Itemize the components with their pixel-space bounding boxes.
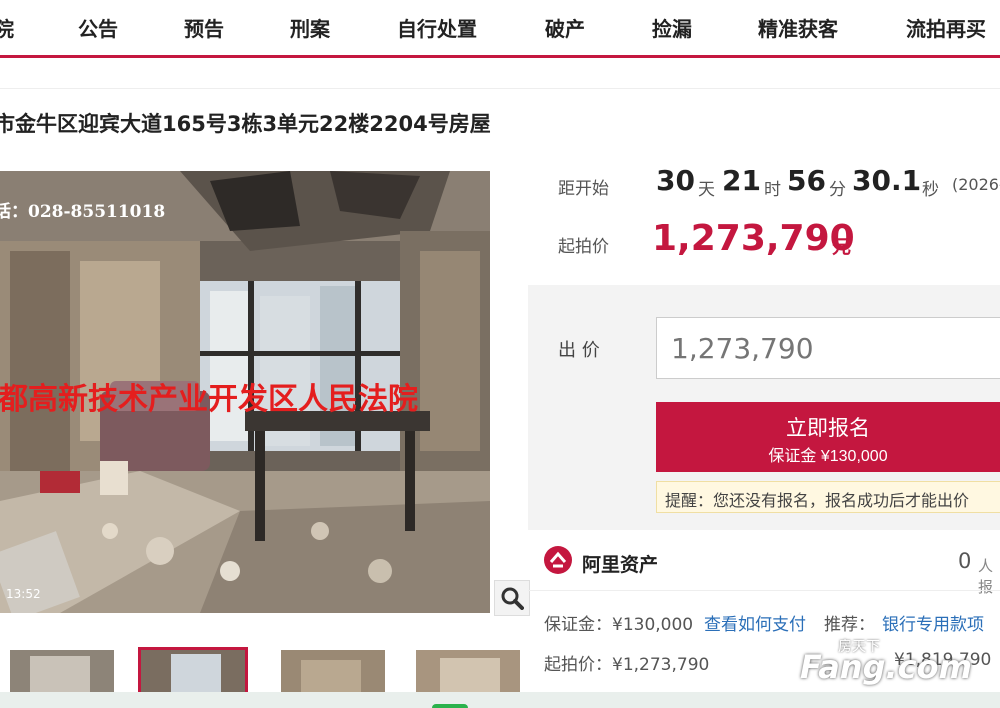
nav-item-bargain[interactable]: 捡漏 [652, 13, 692, 42]
countdown-date: (2026- [952, 175, 1000, 194]
signup-count: 0 [958, 549, 972, 573]
photo-timestamp: 13:52 [6, 587, 41, 601]
thumbnail-1[interactable] [10, 650, 114, 698]
countdown-days-unit: 天 [698, 180, 715, 200]
recommend-label: 推荐： [824, 615, 875, 635]
top-nav: 院 公告 预告 刑案 自行处置 破产 捡漏 精准获客 流拍再买 [0, 0, 1000, 58]
start-price-value: 1,273,790 [652, 218, 855, 259]
bottom-bar [0, 692, 1000, 708]
nav-item-bankruptcy[interactable]: 破产 [545, 13, 585, 42]
nav-item-preview[interactable]: 预告 [184, 13, 224, 42]
signup-button-label: 立即报名 [786, 417, 870, 440]
zoom-button[interactable] [494, 580, 530, 616]
magnifier-icon [501, 587, 524, 610]
start-price-unit: 元 [832, 236, 852, 258]
ali-assets-logo [544, 546, 572, 574]
nav-spacer [0, 61, 1000, 89]
thumbnail-image [30, 656, 90, 696]
signup-reminder: 提醒：您还没有报名，报名成功后才能出价 [656, 481, 1000, 513]
countdown-minutes: 56 [787, 164, 826, 197]
thumbnail-2[interactable] [138, 647, 248, 701]
countdown-hours-unit: 时 [764, 180, 781, 200]
fang-watermark: 房天下 Fang.com [800, 639, 990, 688]
nav-item-court[interactable]: 院 [0, 13, 14, 42]
how-to-pay-link[interactable]: 查看如何支付 [704, 610, 806, 635]
nav-item-self-disposal[interactable]: 自行处置 [397, 13, 477, 42]
start-price-info: 起拍价：¥1,273,790 [544, 655, 710, 675]
ali-assets-name: 阿里资产 [582, 554, 659, 576]
nav-item-announcement[interactable]: 公告 [78, 13, 118, 42]
countdown-hours: 21 [722, 164, 761, 197]
start-price-label: 起拍价 [558, 237, 609, 257]
recommend-link[interactable]: 银行专用款项 [882, 610, 984, 635]
signup-button[interactable]: 立即报名 保证金 ¥130,000 [656, 402, 1000, 472]
nav-item-criminal[interactable]: 刑案 [290, 13, 330, 42]
photo-overlay-phone: 话：028-85511018 [0, 202, 166, 222]
ali-logo-icon [549, 551, 567, 568]
photo-overlay-court: 都高新技术产业开发区人民法院 [0, 382, 418, 417]
nav-item-precise-leads[interactable]: 精准获客 [758, 13, 838, 42]
countdown-label: 距开始 [558, 179, 609, 199]
thumbnail-3[interactable] [281, 650, 385, 698]
bid-label: 出 价 [558, 340, 600, 361]
signup-deposit-label: 保证金 ¥130,000 [768, 448, 888, 465]
bid-input[interactable] [656, 317, 1000, 379]
auction-page: 院 公告 预告 刑案 自行处置 破产 捡漏 精准获客 流拍再买 市金牛区迎宾大道… [0, 0, 1000, 708]
main-photo[interactable]: 话：028-85511018 都高新技术产业开发区人民法院 13:52 [0, 171, 490, 613]
divider [528, 590, 1000, 591]
countdown-days: 30 [656, 164, 695, 197]
countdown-seconds: 30.1 [852, 164, 922, 197]
bottom-indicator [432, 704, 468, 708]
countdown-minutes-unit: 分 [829, 180, 846, 200]
countdown-seconds-unit: 秒 [922, 180, 939, 200]
watermark-main-text: Fang.com [800, 648, 972, 686]
deposit-info: 保证金：¥130,000 [544, 615, 694, 635]
page-title: 市金牛区迎宾大道165号3栋3单元22楼2204号房屋 [0, 112, 491, 136]
thumbnail-image [171, 654, 221, 694]
nav-item-relist[interactable]: 流拍再买 [906, 13, 986, 42]
thumbnail-4[interactable] [416, 650, 520, 698]
